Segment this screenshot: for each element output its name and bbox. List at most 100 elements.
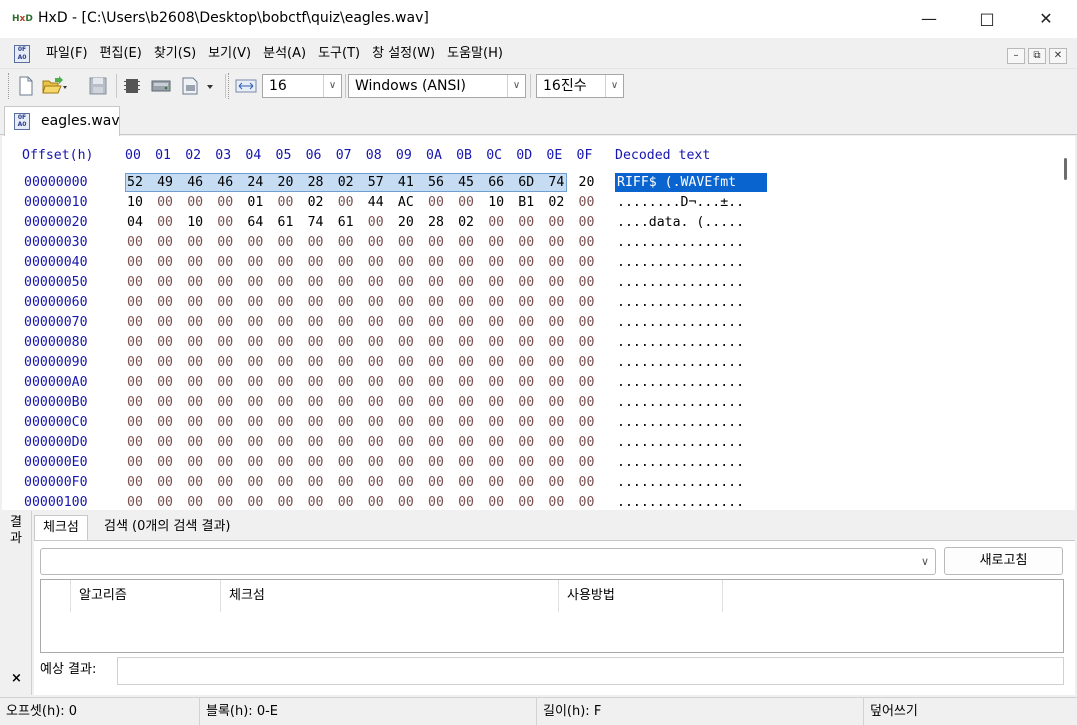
hex-byte[interactable]: 00	[488, 293, 504, 313]
decoded-text[interactable]: ................	[617, 373, 744, 393]
hex-byte[interactable]: 00	[488, 353, 504, 373]
hex-byte[interactable]: 00	[579, 233, 595, 253]
hex-byte[interactable]: 00	[368, 293, 384, 313]
vertical-scrollbar[interactable]	[1058, 136, 1075, 510]
minimize-icon[interactable]: –	[1007, 48, 1025, 64]
hex-byte[interactable]: 00	[458, 233, 474, 253]
hex-byte[interactable]: 00	[338, 393, 354, 413]
hex-byte[interactable]: 00	[308, 273, 324, 293]
hex-byte[interactable]: 00	[338, 473, 354, 493]
menu-tools[interactable]: 도구(T)	[312, 45, 366, 63]
hex-byte[interactable]: 00	[278, 493, 294, 510]
hex-byte[interactable]: 00	[247, 493, 263, 510]
hex-byte[interactable]: 00	[518, 293, 534, 313]
hex-byte[interactable]: 00	[488, 313, 504, 333]
hex-byte[interactable]: 00	[308, 353, 324, 373]
hex-byte[interactable]: 00	[548, 253, 564, 273]
hex-byte[interactable]: 00	[518, 313, 534, 333]
hex-byte[interactable]: 00	[548, 393, 564, 413]
hex-byte[interactable]: 00	[398, 233, 414, 253]
tab-eagles-wav[interactable]: 0F A0 eagles.wav	[4, 106, 120, 136]
hex-byte[interactable]: 00	[398, 333, 414, 353]
hex-byte[interactable]: 00	[398, 253, 414, 273]
hex-byte[interactable]: 00	[518, 273, 534, 293]
new-file-icon[interactable]	[17, 76, 35, 96]
hex-byte[interactable]: 00	[127, 233, 143, 253]
hex-byte[interactable]: 02	[458, 213, 474, 233]
hex-byte[interactable]: 00	[579, 473, 595, 493]
hex-byte[interactable]: 45	[458, 173, 474, 193]
hex-byte[interactable]: 00	[187, 373, 203, 393]
hex-byte[interactable]: 00	[518, 433, 534, 453]
hex-byte[interactable]: 00	[217, 273, 233, 293]
menu-search[interactable]: 찾기(S)	[148, 45, 202, 63]
hex-byte[interactable]: 00	[157, 273, 173, 293]
hex-byte[interactable]: 56	[428, 173, 444, 193]
hex-byte[interactable]: 00	[518, 373, 534, 393]
hex-byte[interactable]: 00	[488, 333, 504, 353]
hex-row[interactable]: 00000000 52 49 46 46 24 20 28 02 57 41 56 45 66 6D 74 20…	[2, 173, 1042, 193]
hex-byte[interactable]: 28	[428, 213, 444, 233]
hex-row[interactable]: 000000C0 00 00 00 00 00 00 00 00 00 00 00 00 00 00 00 00…	[2, 413, 1042, 433]
hex-byte[interactable]: 00	[488, 433, 504, 453]
hex-byte[interactable]: 00	[187, 293, 203, 313]
chevron-down-icon[interactable]: ∨	[323, 75, 341, 97]
hex-byte[interactable]: 00	[157, 493, 173, 510]
hex-byte[interactable]: 00	[127, 293, 143, 313]
hex-byte[interactable]: 00	[458, 493, 474, 510]
hex-byte[interactable]: 57	[368, 173, 384, 193]
hex-byte[interactable]: 00	[368, 273, 384, 293]
hex-byte[interactable]: 00	[518, 493, 534, 510]
hex-byte[interactable]: 04	[127, 213, 143, 233]
hex-byte[interactable]: 00	[398, 273, 414, 293]
expected-result-input[interactable]	[117, 657, 1064, 685]
hex-byte[interactable]: 00	[428, 453, 444, 473]
hex-row[interactable]: 000000F0 00 00 00 00 00 00 00 00 00 00 00 00 00 00 00 00…	[2, 473, 1042, 493]
hex-byte[interactable]: 00	[157, 373, 173, 393]
hex-byte[interactable]: 00	[579, 433, 595, 453]
hex-byte[interactable]: 00	[338, 233, 354, 253]
hex-byte[interactable]: 00	[398, 393, 414, 413]
hex-byte[interactable]: 00	[338, 293, 354, 313]
hex-byte[interactable]: 10	[127, 193, 143, 213]
hex-editor[interactable]: Offset(h) 00 01 02 03 04 05 06 07 08 09 0A 0B 0C 0D 0E…	[2, 136, 1075, 510]
hex-byte[interactable]: 00	[187, 493, 203, 510]
hex-byte[interactable]: 00	[428, 493, 444, 510]
hex-byte[interactable]: 00	[338, 453, 354, 473]
hex-row[interactable]: 00000080 00 00 00 00 00 00 00 00 00 00 00 00 00 00 00 00…	[2, 333, 1042, 353]
hex-byte[interactable]: 00	[127, 493, 143, 510]
hex-byte[interactable]: 00	[278, 413, 294, 433]
hex-byte[interactable]: 74	[308, 213, 324, 233]
hex-byte[interactable]: 00	[518, 353, 534, 373]
hex-byte[interactable]: 00	[278, 293, 294, 313]
hex-byte[interactable]: 00	[278, 453, 294, 473]
hex-byte[interactable]: 00	[187, 253, 203, 273]
hex-row[interactable]: 000000B0 00 00 00 00 00 00 00 00 00 00 00 00 00 00 00 00…	[2, 393, 1042, 413]
hex-byte[interactable]: 00	[308, 433, 324, 453]
hex-byte[interactable]: 00	[157, 453, 173, 473]
hex-byte[interactable]: 00	[548, 413, 564, 433]
hex-byte[interactable]: 00	[518, 333, 534, 353]
hex-byte[interactable]: 00	[518, 233, 534, 253]
hex-byte[interactable]: 00	[247, 333, 263, 353]
hex-byte[interactable]: 49	[157, 173, 173, 193]
scrollbar-thumb[interactable]	[1064, 158, 1067, 180]
hex-byte[interactable]: 00	[548, 433, 564, 453]
hex-byte[interactable]: 00	[488, 273, 504, 293]
decoded-text[interactable]: ........D¬...±..	[617, 193, 744, 213]
hex-byte[interactable]: 00	[458, 473, 474, 493]
hex-byte[interactable]: 00	[428, 373, 444, 393]
close-icon[interactable]: ✕	[1017, 0, 1075, 38]
hex-byte[interactable]: 00	[579, 193, 595, 213]
hex-byte[interactable]: 00	[338, 333, 354, 353]
hex-row[interactable]: 00000100 00 00 00 00 00 00 00 00 00 00 00 00 00 00 00 00…	[2, 493, 1042, 510]
hex-row[interactable]: 000000D0 00 00 00 00 00 00 00 00 00 00 00 00 00 00 00 00…	[2, 433, 1042, 453]
hex-byte[interactable]: 00	[157, 433, 173, 453]
hex-byte[interactable]: 00	[579, 213, 595, 233]
close-icon[interactable]: ×	[11, 671, 22, 686]
hex-byte[interactable]: 52	[127, 173, 143, 193]
hex-byte[interactable]: 00	[428, 433, 444, 453]
hex-byte[interactable]: 00	[579, 333, 595, 353]
hex-byte[interactable]: 00	[217, 493, 233, 510]
save-icon[interactable]	[89, 76, 107, 96]
